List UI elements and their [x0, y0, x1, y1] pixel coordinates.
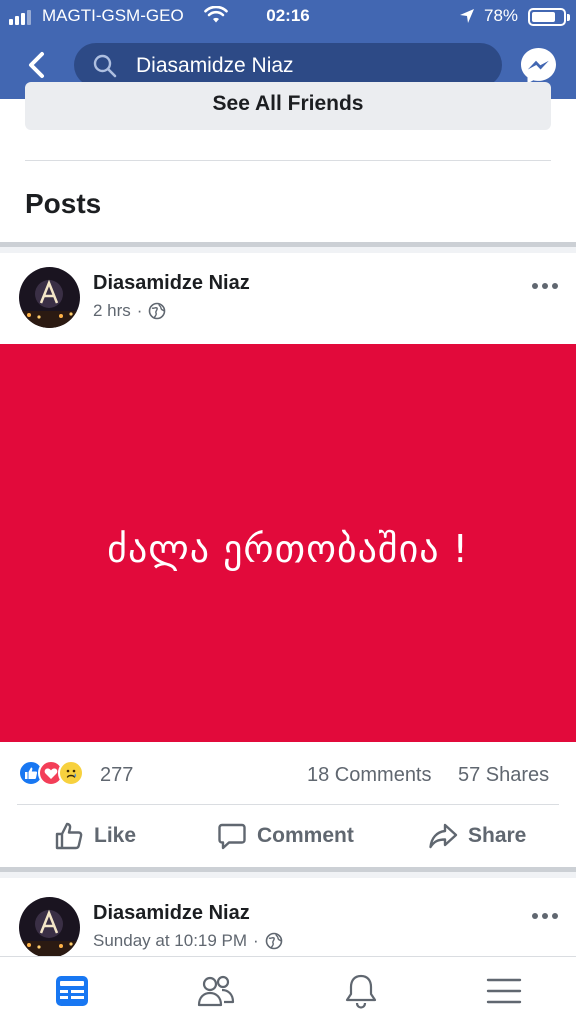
- search-query: Diasamidze Niaz: [136, 54, 294, 77]
- battery-icon: [528, 8, 570, 26]
- messenger-button[interactable]: [519, 46, 558, 85]
- battery-percent: 78%: [484, 6, 519, 25]
- back-button[interactable]: [20, 48, 52, 82]
- comments-count[interactable]: 18 Comments: [307, 764, 432, 787]
- post-image[interactable]: ძალა ერთობაშია !: [0, 344, 576, 742]
- comment-button[interactable]: Comment: [217, 818, 354, 854]
- bell-icon: [345, 974, 377, 1009]
- post-meta: Sunday at 10:19 PM ·: [93, 931, 283, 951]
- post-author-name[interactable]: Diasamidze Niaz: [93, 902, 250, 925]
- sad-reaction-icon: [58, 760, 84, 786]
- news-feed-icon: [56, 976, 88, 1006]
- messenger-icon: [521, 48, 556, 84]
- tab-notifications[interactable]: [341, 971, 381, 1011]
- bottom-tab-bar: [0, 956, 576, 1024]
- post-author-name[interactable]: Diasamidze Niaz: [93, 272, 250, 295]
- tab-friends[interactable]: [196, 971, 236, 1011]
- post-options-button[interactable]: [532, 913, 558, 919]
- like-label: Like: [94, 824, 137, 847]
- see-all-friends-button[interactable]: See All Friends: [25, 82, 551, 130]
- post-options-button[interactable]: [532, 283, 558, 289]
- menu-icon: [486, 978, 522, 1004]
- thumbs-up-icon: [55, 822, 83, 850]
- globe-icon: [265, 932, 283, 950]
- post-time[interactable]: Sunday at 10:19 PM: [93, 931, 247, 951]
- shares-count[interactable]: 57 Shares: [458, 764, 549, 787]
- author-avatar[interactable]: [19, 897, 80, 958]
- reaction-icons[interactable]: [18, 760, 84, 786]
- search-icon: [92, 53, 118, 84]
- reaction-count[interactable]: 277: [100, 764, 133, 787]
- author-avatar[interactable]: [19, 267, 80, 328]
- section-separator: [0, 867, 576, 878]
- share-button[interactable]: Share: [428, 818, 526, 854]
- share-label: Share: [468, 824, 527, 847]
- location-arrow-icon: [459, 8, 475, 29]
- friends-icon: [197, 975, 235, 1007]
- post-time[interactable]: 2 hrs: [93, 301, 131, 321]
- posts-heading: Posts: [25, 188, 102, 219]
- divider: [17, 804, 559, 805]
- section-separator: [0, 242, 576, 253]
- tab-menu[interactable]: [484, 971, 524, 1011]
- post-image-text: ძალა ერთობაშია !: [107, 527, 469, 571]
- search-input[interactable]: Diasamidze Niaz: [74, 43, 502, 87]
- see-all-friends-label: See All Friends: [212, 92, 364, 115]
- status-bar: MAGTI-GSM-GEO 02:16 78%: [0, 0, 576, 32]
- comment-icon: [218, 823, 246, 850]
- globe-icon: [149, 302, 166, 320]
- like-button[interactable]: Like: [54, 818, 136, 854]
- tab-news-feed[interactable]: [52, 971, 92, 1011]
- comment-label: Comment: [257, 824, 354, 847]
- divider: [25, 160, 551, 161]
- post-meta: 2 hrs ·: [93, 301, 166, 321]
- share-icon: [429, 823, 458, 849]
